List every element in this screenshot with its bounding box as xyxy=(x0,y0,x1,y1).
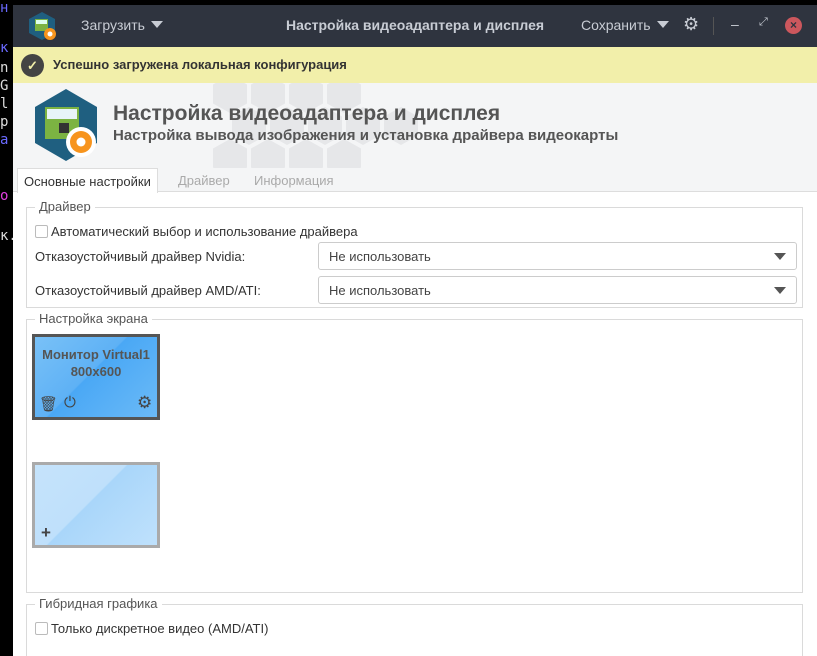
terminal-text: о xyxy=(0,188,9,204)
driver-legend: Драйвер xyxy=(35,199,95,214)
close-button[interactable]: × xyxy=(785,17,802,34)
monitor-resolution: 800x600 xyxy=(70,364,122,379)
terminal-text: н xyxy=(0,0,9,16)
tab-basic-settings[interactable]: Основные настройки xyxy=(17,168,158,193)
power-icon[interactable]: ⏻ xyxy=(64,394,76,411)
page-subtitle: Настройка вывода изображения и установка… xyxy=(113,127,619,144)
chevron-down-icon xyxy=(150,21,163,28)
driver-group: Драйвер Автоматический выбор и использов… xyxy=(26,199,803,308)
tab-information[interactable]: Информация xyxy=(248,168,340,193)
titlebar: Загрузить Настройка видеоадаптера и дисп… xyxy=(13,5,817,47)
discrete-only-label: Только дискретное видео (AMD/ATI) xyxy=(51,621,269,636)
terminal-text: к xyxy=(0,40,9,56)
divider xyxy=(713,17,714,35)
monitor-tile[interactable]: Монитор Virtual1 800x600 🗑 ⏻ ⚙ xyxy=(32,334,160,420)
terminal-text: G xyxy=(0,78,9,94)
save-label: Сохранить xyxy=(581,17,651,33)
amd-label: Отказоустойчивый драйвер AMD/ATI: xyxy=(35,283,261,298)
amd-value: Не использовать xyxy=(329,283,431,298)
auto-driver-checkbox[interactable]: Автоматический выбор и использование дра… xyxy=(35,224,358,239)
gear-icon[interactable]: ⚙ xyxy=(137,393,152,413)
terminal-text: n xyxy=(0,60,9,76)
nvidia-label: Отказоустойчивый драйвер Nvidia: xyxy=(35,249,246,264)
plus-icon: + xyxy=(41,523,51,542)
chevron-down-icon xyxy=(656,21,669,28)
check-icon: ✓ xyxy=(21,54,44,77)
screen-legend: Настройка экрана xyxy=(35,311,152,326)
screen-group: Настройка экрана Монитор Virtual1 800x600… xyxy=(26,311,803,593)
load-label: Загрузить xyxy=(81,17,145,33)
page-header: Настройка видеоадаптера и дисплея Настро… xyxy=(13,83,817,168)
nvidia-driver-select[interactable]: Не использовать xyxy=(318,242,797,270)
discrete-only-checkbox[interactable]: Только дискретное видео (AMD/ATI) xyxy=(35,621,268,636)
auto-driver-label: Автоматический выбор и использование дра… xyxy=(51,224,358,239)
minimize-button[interactable]: – xyxy=(731,16,739,32)
load-menu-button[interactable]: Загрузить xyxy=(81,17,163,33)
hybrid-legend: Гибридная графика xyxy=(35,596,162,611)
page-title: Настройка видеоадаптера и дисплея xyxy=(113,102,501,125)
app-icon xyxy=(29,12,56,40)
save-menu-button[interactable]: Сохранить xyxy=(581,17,669,33)
checkbox-icon xyxy=(35,622,48,635)
terminal-text: l xyxy=(0,96,9,112)
banner-message: Успешно загружена локальная конфигурация xyxy=(53,57,347,72)
terminal-text: а xyxy=(0,132,9,148)
app-window: Загрузить Настройка видеоадаптера и дисп… xyxy=(13,5,817,656)
nvidia-value: Не использовать xyxy=(329,249,431,264)
gear-icon[interactable]: ⚙ xyxy=(683,14,699,35)
maximize-button[interactable]: ⤢ xyxy=(759,16,768,29)
chevron-down-icon xyxy=(774,287,786,294)
add-monitor-tile[interactable]: + xyxy=(32,462,160,548)
tab-driver[interactable]: Драйвер xyxy=(172,168,236,193)
notification-banner: ✓ Успешно загружена локальная конфигурац… xyxy=(13,47,817,83)
trash-icon[interactable]: 🗑 xyxy=(39,395,58,413)
monitor-name: Монитор Virtual1 xyxy=(42,347,150,362)
amd-driver-select[interactable]: Не использовать xyxy=(318,276,797,304)
hybrid-group: Гибридная графика Только дискретное виде… xyxy=(26,596,803,656)
tab-bar: Основные настройки Драйвер Информация xyxy=(13,168,817,193)
chevron-down-icon xyxy=(774,253,786,260)
checkbox-icon xyxy=(35,225,48,238)
app-logo-icon xyxy=(35,89,97,161)
terminal-text: p xyxy=(0,114,9,130)
